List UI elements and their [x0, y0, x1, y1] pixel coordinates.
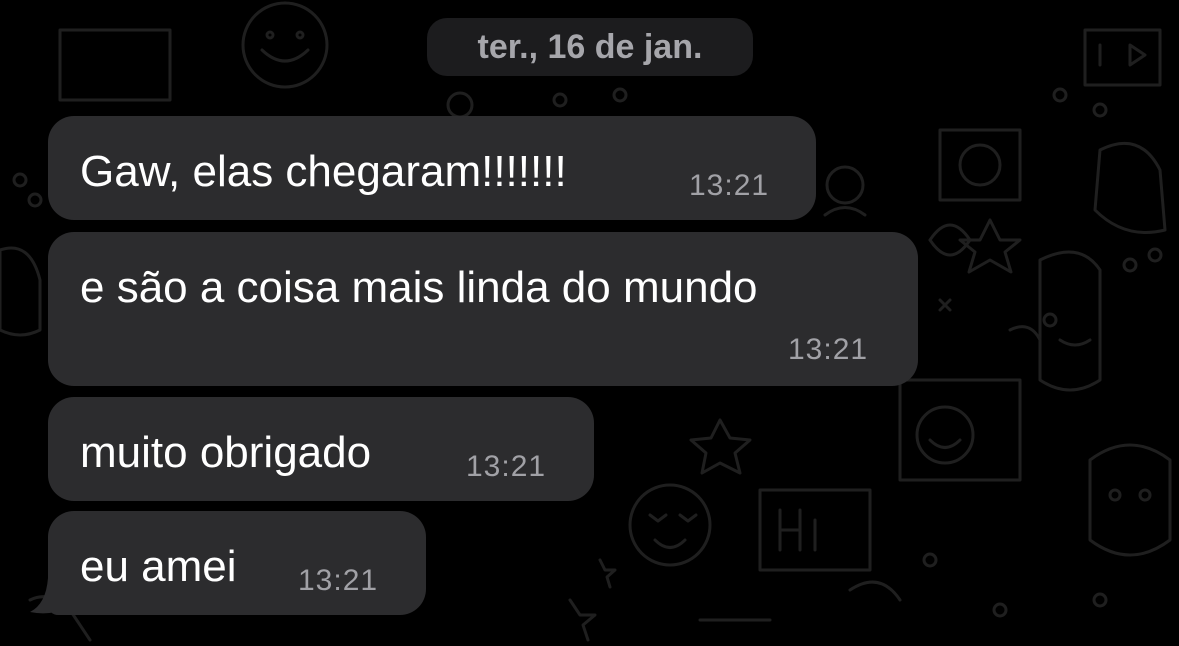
message-text: Gaw, elas chegaram!!!!!!!: [80, 147, 567, 196]
message-bubble[interactable]: eu amei 13:21: [48, 511, 426, 615]
message-text: e são a coisa mais linda do mundo: [80, 263, 758, 312]
message-timestamp: 13:21: [298, 564, 379, 597]
message-timestamp: 13:21: [466, 450, 547, 483]
message-timestamp: 13:21: [689, 169, 770, 202]
message-timestamp: 13:21: [788, 333, 869, 366]
message-bubble[interactable]: e são a coisa mais linda do mundo 13:21: [48, 232, 918, 386]
bubble-tail-icon: [30, 578, 68, 614]
message-text: muito obrigado: [80, 428, 372, 477]
message-text: eu amei: [80, 542, 237, 591]
message-bubble[interactable]: Gaw, elas chegaram!!!!!!! 13:21: [48, 116, 816, 220]
date-separator: ter., 16 de jan.: [427, 18, 753, 76]
message-bubble[interactable]: muito obrigado 13:21: [48, 397, 594, 501]
